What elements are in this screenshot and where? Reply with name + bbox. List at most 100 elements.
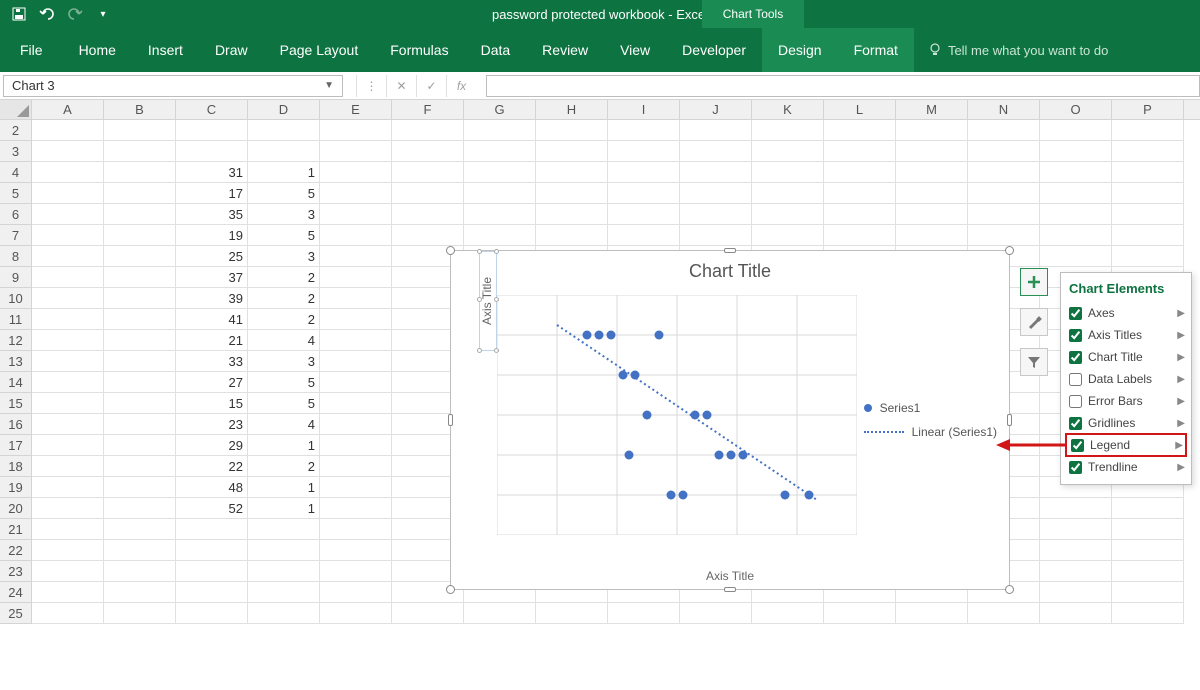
cell[interactable]: 33 xyxy=(176,351,248,372)
cell[interactable]: 15 xyxy=(176,393,248,414)
cell[interactable] xyxy=(1112,603,1184,624)
cell[interactable] xyxy=(176,582,248,603)
cell[interactable] xyxy=(1112,225,1184,246)
col-header[interactable]: F xyxy=(392,100,464,119)
cell[interactable] xyxy=(320,204,392,225)
cell[interactable] xyxy=(320,603,392,624)
cell[interactable] xyxy=(896,162,968,183)
cell[interactable] xyxy=(320,330,392,351)
name-box[interactable]: Chart 3 ▼ xyxy=(3,75,343,97)
cell[interactable] xyxy=(680,225,752,246)
chart-element-option[interactable]: Gridlines▶ xyxy=(1065,412,1187,434)
cell[interactable] xyxy=(1112,183,1184,204)
resize-handle[interactable] xyxy=(446,246,455,255)
cell[interactable] xyxy=(32,582,104,603)
cell[interactable] xyxy=(320,561,392,582)
col-header[interactable]: C xyxy=(176,100,248,119)
col-header[interactable]: O xyxy=(1040,100,1112,119)
cell[interactable] xyxy=(1040,561,1112,582)
tab-page-layout[interactable]: Page Layout xyxy=(264,28,375,72)
row-header[interactable]: 17 xyxy=(0,435,32,456)
cell[interactable]: 2 xyxy=(248,267,320,288)
cell[interactable] xyxy=(104,456,176,477)
cell[interactable] xyxy=(1112,540,1184,561)
cell[interactable] xyxy=(320,246,392,267)
cell[interactable]: 1 xyxy=(248,162,320,183)
cell[interactable]: 5 xyxy=(248,225,320,246)
cell[interactable] xyxy=(104,162,176,183)
cell[interactable] xyxy=(752,603,824,624)
cell[interactable] xyxy=(320,393,392,414)
cell[interactable] xyxy=(824,225,896,246)
chart-plot-area[interactable]: 0123456 0102030405060 xyxy=(497,295,857,535)
col-header[interactable]: E xyxy=(320,100,392,119)
cell[interactable]: 5 xyxy=(248,393,320,414)
cell[interactable]: 25 xyxy=(176,246,248,267)
cell[interactable] xyxy=(896,120,968,141)
checkbox[interactable] xyxy=(1069,417,1082,430)
cell[interactable] xyxy=(1040,603,1112,624)
row-header[interactable]: 12 xyxy=(0,330,32,351)
col-header[interactable]: H xyxy=(536,100,608,119)
row-header[interactable]: 8 xyxy=(0,246,32,267)
cell[interactable]: 21 xyxy=(176,330,248,351)
cell[interactable]: 27 xyxy=(176,372,248,393)
cell[interactable]: 4 xyxy=(248,414,320,435)
col-header[interactable]: B xyxy=(104,100,176,119)
cell[interactable] xyxy=(608,120,680,141)
cell[interactable] xyxy=(968,162,1040,183)
cell[interactable] xyxy=(176,519,248,540)
chart-filters-button[interactable] xyxy=(1020,348,1048,376)
checkbox[interactable] xyxy=(1069,373,1082,386)
cell[interactable] xyxy=(32,246,104,267)
cell[interactable] xyxy=(824,141,896,162)
cell[interactable] xyxy=(32,309,104,330)
cell[interactable] xyxy=(1040,225,1112,246)
y-axis-title[interactable]: Axis Title xyxy=(479,251,497,351)
cell[interactable] xyxy=(104,603,176,624)
cell[interactable] xyxy=(104,120,176,141)
cell[interactable] xyxy=(1040,519,1112,540)
cell[interactable] xyxy=(824,162,896,183)
cell[interactable] xyxy=(464,204,536,225)
resize-handle[interactable] xyxy=(1005,246,1014,255)
cell[interactable] xyxy=(176,141,248,162)
col-header[interactable]: A xyxy=(32,100,104,119)
chart-element-option[interactable]: Axes▶ xyxy=(1065,302,1187,324)
customize-qat-icon[interactable]: ▾ xyxy=(92,3,114,25)
cell[interactable] xyxy=(1040,204,1112,225)
cell[interactable] xyxy=(608,141,680,162)
cell[interactable]: 29 xyxy=(176,435,248,456)
col-header[interactable]: G xyxy=(464,100,536,119)
tell-me-box[interactable]: Tell me what you want to do xyxy=(914,28,1108,72)
tab-review[interactable]: Review xyxy=(526,28,604,72)
cell[interactable] xyxy=(32,225,104,246)
cell[interactable] xyxy=(752,120,824,141)
cell[interactable] xyxy=(1040,120,1112,141)
cell[interactable] xyxy=(392,603,464,624)
cell[interactable] xyxy=(32,603,104,624)
cell[interactable]: 3 xyxy=(248,204,320,225)
checkbox[interactable] xyxy=(1069,307,1082,320)
worksheet-grid[interactable]: A B C D E F G H I J K L M N O P 23431151… xyxy=(0,100,1200,690)
cell[interactable] xyxy=(176,561,248,582)
chevron-right-icon[interactable]: ▶ xyxy=(1177,418,1185,429)
row-header[interactable]: 23 xyxy=(0,561,32,582)
cell[interactable] xyxy=(104,246,176,267)
formula-input[interactable] xyxy=(486,75,1200,97)
cell[interactable] xyxy=(104,519,176,540)
chevron-right-icon[interactable]: ▶ xyxy=(1177,330,1185,341)
col-header[interactable]: K xyxy=(752,100,824,119)
cell[interactable] xyxy=(32,561,104,582)
cell[interactable] xyxy=(104,141,176,162)
cell[interactable]: 1 xyxy=(248,498,320,519)
cell[interactable] xyxy=(536,162,608,183)
row-header[interactable]: 3 xyxy=(0,141,32,162)
checkbox[interactable] xyxy=(1071,439,1084,452)
row-header[interactable]: 16 xyxy=(0,414,32,435)
cell[interactable] xyxy=(320,141,392,162)
resize-handle[interactable] xyxy=(446,585,455,594)
cell[interactable] xyxy=(32,393,104,414)
cell[interactable] xyxy=(32,519,104,540)
cell[interactable] xyxy=(320,288,392,309)
